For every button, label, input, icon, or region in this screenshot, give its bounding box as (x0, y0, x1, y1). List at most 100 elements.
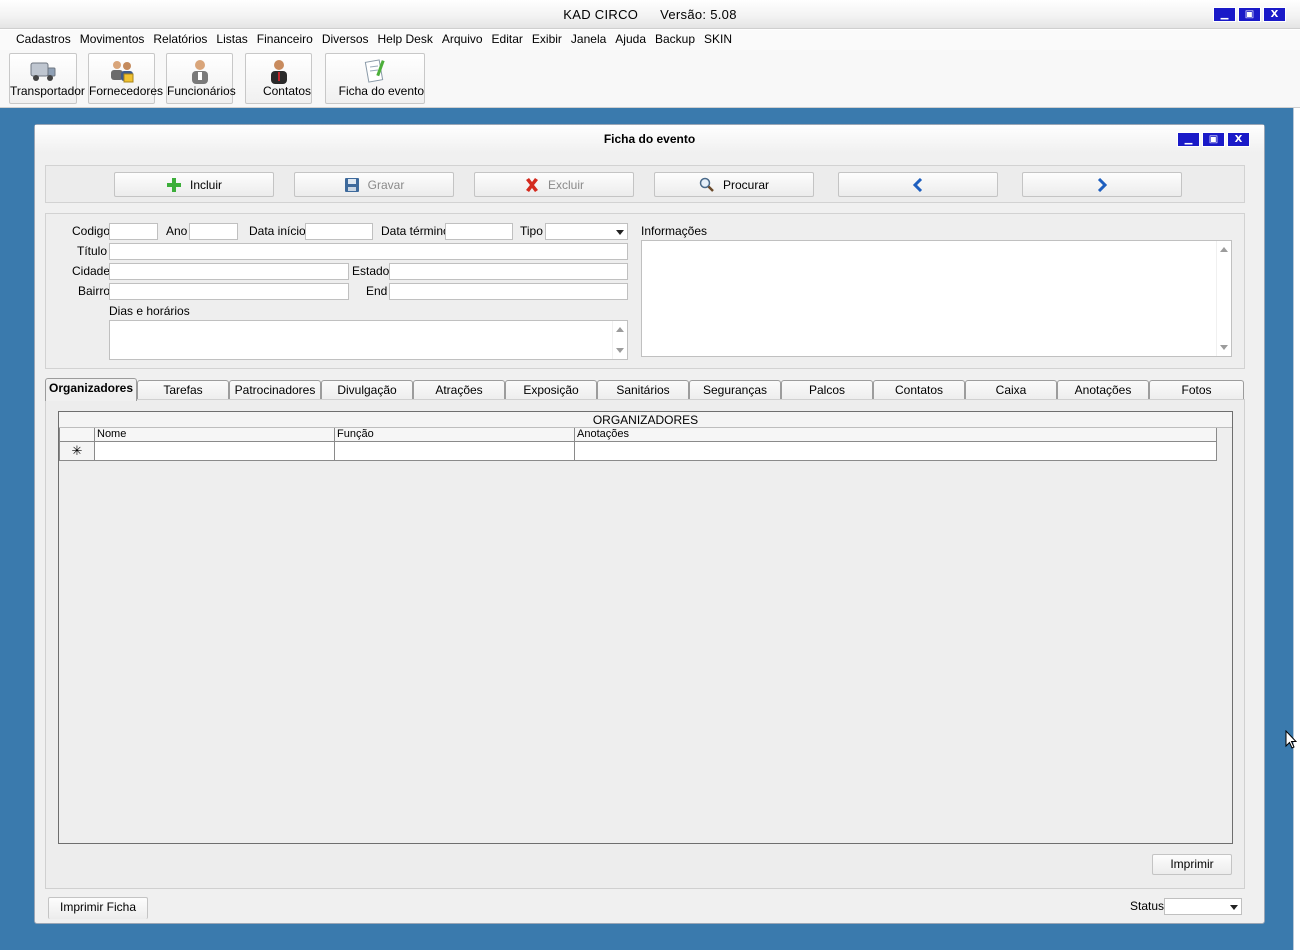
menu-arquivo[interactable]: Arquivo (442, 30, 487, 50)
cell-nome[interactable] (94, 442, 335, 461)
app-version: Versão: 5.08 (660, 7, 737, 22)
imprimir-ficha-button[interactable]: Imprimir Ficha (48, 897, 148, 919)
tab-caixa[interactable]: Caixa (965, 380, 1057, 400)
scroll-up-icon[interactable] (616, 327, 624, 332)
grid-header-row: Nome Função Anotações (59, 428, 1217, 442)
save-icon (344, 177, 359, 192)
tab-exposicao[interactable]: Exposição (505, 380, 597, 400)
ficha-do-evento-button[interactable]: Ficha do evento (325, 53, 425, 104)
procurar-button[interactable]: Procurar (654, 172, 814, 197)
incluir-label: Incluir (189, 177, 222, 192)
grid-indicator-header (59, 428, 95, 442)
ano-field[interactable] (189, 223, 238, 240)
data-termino-label: Data término (381, 224, 450, 238)
column-header-funcao[interactable]: Função (334, 428, 575, 442)
app-name: KAD CIRCO (563, 7, 639, 22)
tab-segurancas[interactable]: Seguranças (689, 380, 781, 400)
menu-skin[interactable]: SKIN (704, 30, 736, 50)
bairro-field[interactable] (109, 283, 349, 300)
dias-scrollbar[interactable] (612, 321, 627, 359)
minimize-icon[interactable]: ▁ (1213, 7, 1236, 22)
window-close-icon[interactable]: X (1227, 132, 1250, 147)
desktop-edge (1293, 108, 1300, 950)
tab-organizadores[interactable]: Organizadores (45, 378, 137, 401)
next-record-button[interactable] (1022, 172, 1182, 197)
organizadores-tab-page: ORGANIZADORES Nome Função Anotações ✳ Im… (45, 399, 1245, 889)
cell-anotacoes[interactable] (574, 442, 1217, 461)
tab-sanitarios[interactable]: Sanitários (597, 380, 689, 400)
action-panel: Incluir Gravar Excluir Procurar (45, 165, 1245, 203)
status-dropdown[interactable] (1164, 898, 1242, 915)
menu-janela[interactable]: Janela (571, 30, 610, 50)
toolbar: Transportador Fornecedores Funcionários … (0, 50, 1300, 108)
table-row[interactable]: ✳ (59, 442, 1217, 461)
menu-diversos[interactable]: Diversos (322, 30, 373, 50)
codigo-field[interactable] (109, 223, 158, 240)
data-inicio-field[interactable] (305, 223, 373, 240)
tab-anotacoes[interactable]: Anotações (1057, 380, 1149, 400)
procurar-label: Procurar (722, 177, 769, 192)
delete-x-icon (525, 177, 538, 192)
menu-help-desk[interactable]: Help Desk (378, 30, 437, 50)
incluir-button[interactable]: Incluir (114, 172, 274, 197)
fornecedores-button[interactable]: Fornecedores (88, 53, 163, 104)
excluir-button[interactable]: Excluir (474, 172, 634, 197)
previous-record-button[interactable] (838, 172, 998, 197)
menu-backup[interactable]: Backup (655, 30, 699, 50)
menu-cadastros[interactable]: Cadastros (16, 30, 75, 50)
dias-horarios-textarea[interactable] (109, 320, 628, 360)
window-maximize-icon[interactable]: ▣ (1202, 132, 1225, 147)
data-inicio-label: Data início (249, 224, 306, 238)
menu-bar: Cadastros Movimentos Relatórios Listas F… (0, 30, 1300, 50)
chevron-left-icon (912, 177, 923, 192)
tab-divulgacao[interactable]: Divulgação (321, 380, 413, 400)
tab-fotos[interactable]: Fotos (1149, 380, 1244, 400)
employee-icon (191, 60, 208, 84)
ano-label: Ano (166, 224, 188, 238)
tab-patrocinadores[interactable]: Patrocinadores (229, 380, 321, 400)
tab-tarefas[interactable]: Tarefas (137, 380, 229, 400)
tab-contatos[interactable]: Contatos (873, 380, 965, 400)
cidade-field[interactable] (109, 263, 349, 280)
informacoes-textarea[interactable] (641, 240, 1232, 357)
transportador-button[interactable]: Transportador (9, 53, 85, 104)
gravar-button[interactable]: Gravar (294, 172, 454, 197)
column-header-nome[interactable]: Nome (94, 428, 335, 442)
mouse-cursor-icon (1285, 730, 1297, 749)
menu-ajuda[interactable]: Ajuda (615, 30, 650, 50)
tab-palcos[interactable]: Palcos (781, 380, 873, 400)
informacoes-scrollbar[interactable] (1216, 241, 1231, 356)
suppliers-icon (110, 61, 133, 83)
app-title-bar: KAD CIRCO Versão: 5.08 ▁ ▣ X (0, 0, 1300, 29)
excluir-label: Excluir (547, 177, 584, 192)
organizadores-grid[interactable]: ORGANIZADORES Nome Função Anotações ✳ (58, 411, 1233, 844)
chevron-down-icon (1230, 905, 1238, 910)
titulo-field[interactable] (109, 243, 628, 260)
ficha-do-evento-window: Ficha do evento ▁ ▣ X Incluir Gravar Exc… (34, 124, 1265, 924)
tab-atracoes[interactable]: Atrações (413, 380, 505, 400)
estado-field[interactable] (389, 263, 628, 280)
tipo-dropdown[interactable] (545, 223, 628, 240)
end-field[interactable] (389, 283, 628, 300)
close-icon[interactable]: X (1263, 7, 1286, 22)
end-label: End (366, 284, 388, 298)
scroll-up-icon[interactable] (1220, 247, 1228, 252)
plus-icon (166, 177, 181, 192)
menu-exibir[interactable]: Exibir (532, 30, 566, 50)
menu-financeiro[interactable]: Financeiro (257, 30, 317, 50)
maximize-icon[interactable]: ▣ (1238, 7, 1261, 22)
menu-relatorios[interactable]: Relatórios (153, 30, 211, 50)
estado-label: Estado (352, 264, 390, 278)
contatos-button[interactable]: Contatos (245, 53, 312, 104)
column-header-anotacoes[interactable]: Anotações (574, 428, 1217, 442)
scroll-down-icon[interactable] (1220, 345, 1228, 350)
imprimir-button[interactable]: Imprimir (1152, 854, 1232, 875)
cell-funcao[interactable] (334, 442, 575, 461)
menu-editar[interactable]: Editar (492, 30, 527, 50)
menu-listas[interactable]: Listas (216, 30, 251, 50)
funcionarios-button[interactable]: Funcionários (166, 53, 236, 104)
scroll-down-icon[interactable] (616, 348, 624, 353)
data-termino-field[interactable] (445, 223, 513, 240)
window-minimize-icon[interactable]: ▁ (1177, 132, 1200, 147)
menu-movimentos[interactable]: Movimentos (80, 30, 149, 50)
